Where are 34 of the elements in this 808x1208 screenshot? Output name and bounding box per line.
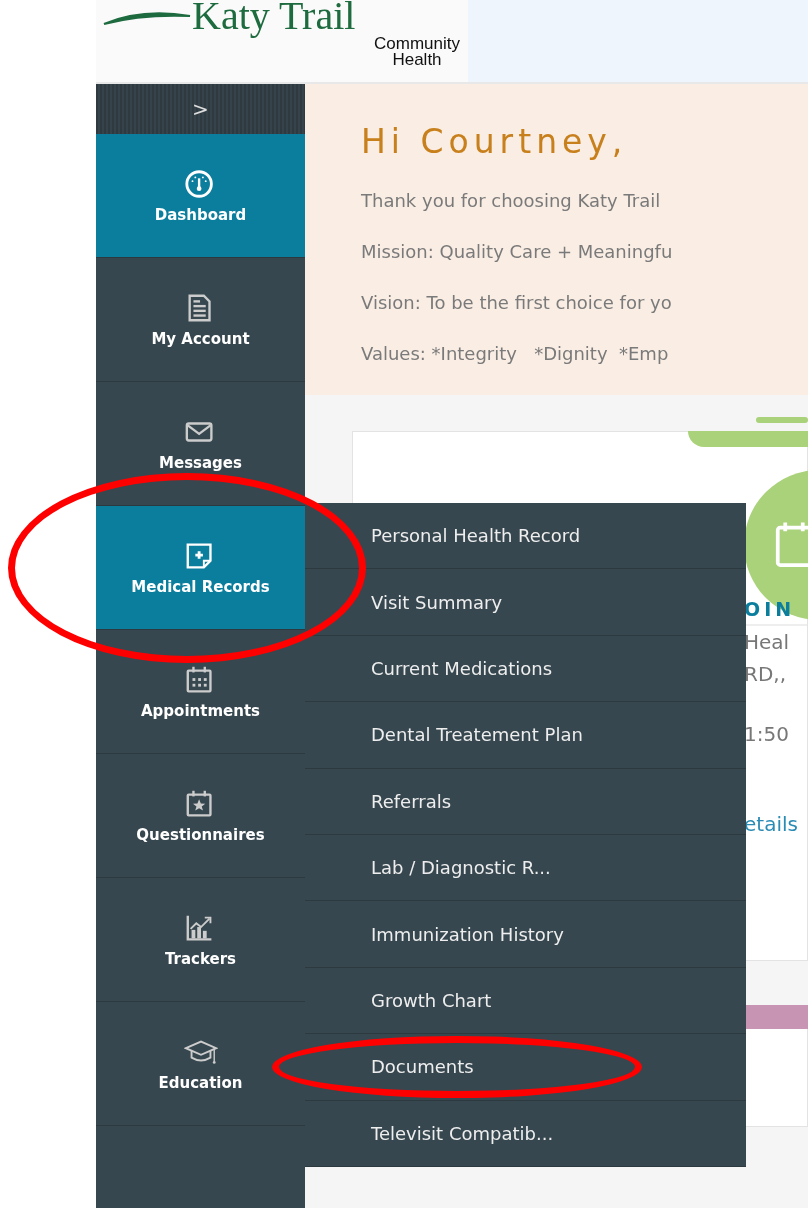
- welcome-text: Values: *Integrity *Dignity *Emp: [361, 342, 670, 366]
- logo-subtitle: Community Health: [374, 36, 460, 68]
- logo-title: Katy Trail: [192, 0, 356, 36]
- submenu-item[interactable]: Documents: [305, 1034, 746, 1101]
- sidebar-label: Dashboard: [154, 205, 247, 224]
- submenu-item[interactable]: Immunization History: [305, 901, 746, 968]
- sidebar-label: Questionnaires: [136, 825, 265, 844]
- card-text: RD,,: [744, 661, 787, 688]
- submenu-item[interactable]: Televisit Compatib...: [305, 1100, 746, 1167]
- accent-bar: [756, 417, 808, 423]
- details-link[interactable]: etails: [744, 812, 807, 836]
- welcome-text: Mission: Quality Care + Meaningfu: [361, 240, 674, 264]
- greeting: Hi Courtney,: [361, 122, 629, 161]
- sidebar-item[interactable]: Medical Records: [96, 506, 305, 630]
- card-text: Heal: [744, 629, 791, 656]
- submenu-item[interactable]: Referrals: [305, 768, 746, 835]
- calendar-icon: [774, 520, 808, 570]
- sidebar-label: Medical Records: [131, 577, 270, 596]
- sidebar-label: Trackers: [164, 949, 237, 968]
- welcome-text: Vision: To be the first choice for yo: [361, 291, 673, 315]
- sidebar-label: Messages: [159, 453, 242, 472]
- submenu-item[interactable]: Current Medications: [305, 635, 746, 703]
- sidebar-label: My Account: [151, 329, 250, 348]
- submenu-item[interactable]: Lab / Diagnostic R...: [305, 834, 746, 902]
- sidebar-toggle[interactable]: >: [96, 84, 305, 134]
- submenu-item[interactable]: Personal Health Record: [305, 503, 746, 570]
- sidebar-item[interactable]: Dashboard: [96, 134, 305, 258]
- sidebar-label: Appointments: [141, 701, 260, 720]
- submenu-item[interactable]: Growth Chart: [305, 967, 746, 1035]
- card-text: 1:50: [744, 721, 790, 748]
- submenu-item[interactable]: Dental Treatement Plan: [305, 702, 746, 769]
- welcome-text: Thank you for choosing Katy Trail: [361, 189, 662, 213]
- sidebar-label: Education: [158, 1073, 243, 1092]
- submenu-item[interactable]: Visit Summary: [305, 569, 746, 636]
